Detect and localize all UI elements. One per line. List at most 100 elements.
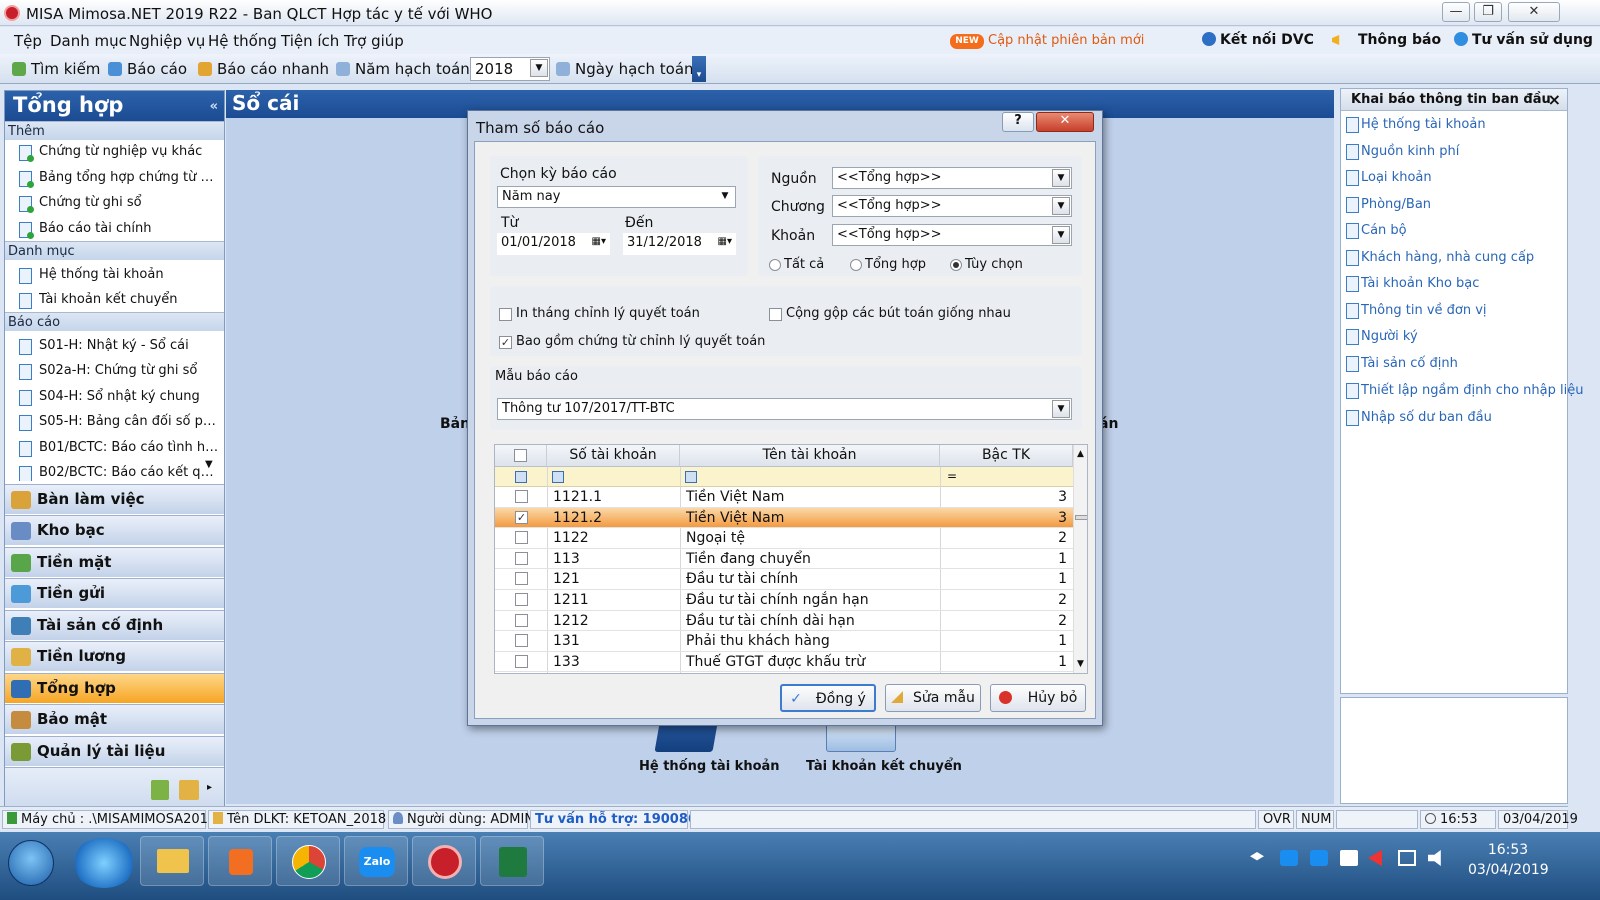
table-row[interactable]: 131 Phải thu khách hàng 1 (495, 631, 1073, 652)
restore-button[interactable]: ❐ (1474, 2, 1502, 22)
connect-dvc-link[interactable]: Kết nối DVC (1220, 32, 1314, 48)
excel-app[interactable] (480, 836, 544, 886)
scroll-thumb[interactable] (1075, 515, 1087, 520)
row-checkbox[interactable] (515, 490, 528, 503)
report-link-b01[interactable]: B01/BCTC: Báo cáo tình hìn... (5, 436, 219, 462)
menu-file[interactable]: Tệp (14, 32, 42, 50)
opt-include-checkbox[interactable]: ✓ (499, 336, 512, 349)
table-row[interactable]: 1122 Ngoại tệ 2 (495, 528, 1073, 549)
quick-link-voucher-summary[interactable]: Bảng tổng hợp chứng từ cùng... (5, 166, 219, 192)
module-security[interactable]: Bảo mật (5, 704, 224, 734)
check-doc-icon[interactable] (151, 780, 169, 800)
chevron-down-icon[interactable]: ▼ (1052, 226, 1070, 244)
close-icon[interactable]: × (1548, 90, 1561, 109)
row-checkbox[interactable]: ✓ (515, 510, 528, 524)
close-dialog-button[interactable]: ✕ (1036, 112, 1094, 132)
chevron-down-icon[interactable]: ▼ (1052, 197, 1070, 215)
module-treasury[interactable]: Kho bạc (5, 515, 224, 545)
to-date-input[interactable]: 31/12/2018 ▦▾ (623, 233, 736, 255)
module-deposit[interactable]: Tiền gửi (5, 578, 224, 608)
start-button[interactable] (8, 840, 54, 886)
volume-icon[interactable] (1428, 850, 1441, 866)
ok-button[interactable]: ✓ Đồng ý (780, 684, 876, 712)
minimize-button[interactable]: — (1442, 2, 1470, 22)
setup-link-accounts[interactable]: Hệ thống tài khoản (1341, 113, 1567, 139)
chevron-down-icon[interactable]: ▼ (716, 188, 734, 206)
table-row[interactable]: 133 Thuế GTGT được khấu trừ 1 (495, 652, 1073, 673)
setup-link-opening-balance[interactable]: Nhập số dư ban đầu (1341, 406, 1567, 432)
quick-link-transfer-accounts[interactable]: Tài khoản kết chuyển (5, 288, 219, 314)
grid-header-name[interactable]: Tên tài khoản (680, 445, 940, 467)
internet-explorer-icon[interactable] (72, 838, 136, 888)
row-checkbox[interactable] (515, 654, 528, 668)
close-window-button[interactable]: ✕ (1508, 2, 1560, 22)
scroll-down-icon[interactable]: ▼ (1077, 659, 1084, 669)
calendar-dropdown-icon[interactable]: ▦▾ (592, 236, 606, 247)
file-explorer-icon[interactable] (140, 836, 204, 886)
cancel-button[interactable]: Hủy bỏ (990, 684, 1086, 712)
table-row[interactable]: 113 Tiền đang chuyển 1 (495, 549, 1073, 570)
quick-link-chart-of-accounts[interactable]: Hệ thống tài khoản (5, 263, 219, 289)
taskbar-clock[interactable]: 16:53 03/04/2019 (1468, 842, 1549, 878)
zalo-tray-icon[interactable] (1310, 850, 1328, 866)
select-all-checkbox[interactable] (514, 449, 527, 462)
row-checkbox[interactable] (515, 593, 528, 606)
setup-link-funding[interactable]: Nguồn kinh phí (1341, 140, 1567, 166)
grid-header-level[interactable]: Bậc TK (940, 445, 1073, 467)
flag-tray-icon[interactable] (1368, 850, 1382, 866)
row-checkbox[interactable] (515, 613, 528, 627)
module-desk[interactable]: Bàn làm việc (5, 484, 224, 514)
report-link-b02[interactable]: B02/BCTC: Báo cáo kết quả... (5, 461, 219, 481)
row-checkbox[interactable] (515, 551, 528, 565)
report-link-s01[interactable]: S01-H: Nhật ký - Sổ cái (5, 334, 219, 360)
row-checkbox[interactable] (515, 531, 528, 545)
network-icon[interactable] (1398, 850, 1416, 866)
menu-utilities[interactable]: Tiện ích (281, 32, 339, 50)
setup-link-staff[interactable]: Cán bộ (1341, 219, 1567, 245)
report-link-s02a[interactable]: S02a-H: Chứng từ ghi sổ (5, 359, 219, 385)
help-button[interactable]: ? (1002, 112, 1034, 132)
table-row[interactable]: ✓ 1121.2 Tiền Việt Nam 3 (495, 507, 1073, 529)
chrome-icon[interactable] (276, 836, 340, 886)
item-select[interactable]: <<Tổng hợp>> ▼ (832, 224, 1072, 246)
setup-link-fixed-assets[interactable]: Tài sản cố định (1341, 352, 1567, 378)
setup-link-department[interactable]: Phòng/Ban (1341, 193, 1567, 219)
table-row[interactable]: 121 Đầu tư tài chính 1 (495, 569, 1073, 590)
filter-equals[interactable]: = (947, 469, 957, 483)
misa-app[interactable] (412, 836, 476, 886)
scroll-up-icon[interactable]: ▲ (1077, 449, 1084, 459)
chevron-down-icon[interactable]: ▼ (1052, 400, 1070, 418)
grid-header-code[interactable]: Số tài khoản (547, 445, 680, 467)
filter-icon[interactable] (685, 471, 697, 483)
table-row[interactable]: 1121.1 Tiền Việt Nam 3 (495, 487, 1073, 508)
zalo-tray-icon[interactable] (1280, 850, 1298, 866)
quick-link-other-voucher[interactable]: Chứng từ nghiệp vụ khác (5, 140, 219, 166)
row-checkbox[interactable] (515, 572, 528, 586)
radio-summary-dot[interactable] (850, 259, 862, 271)
dropbox-icon[interactable] (1250, 852, 1264, 861)
module-salary[interactable]: Tiền lương (5, 641, 224, 671)
opt-merge-checkbox[interactable] (769, 308, 782, 321)
grid-scrollbar[interactable]: ▲ ▼ (1073, 445, 1087, 673)
period-select[interactable]: Năm nay ▼ (497, 186, 736, 208)
filter-icon[interactable] (515, 471, 527, 483)
setup-link-treasury-account[interactable]: Tài khoản Kho bạc (1341, 272, 1567, 298)
posting-date-tool[interactable]: Ngày hạch toán (556, 60, 694, 78)
row-checkbox[interactable] (515, 634, 528, 648)
support-link[interactable]: Tư vấn sử dụng (1472, 32, 1593, 48)
setup-link-defaults[interactable]: Thiết lập ngầm định cho nhập liệu (1341, 379, 1583, 405)
menu-system[interactable]: Hệ thống (208, 32, 277, 50)
scroll-down-icon[interactable]: ▼ (205, 459, 213, 470)
calendar-dropdown-icon[interactable]: ▦▾ (718, 236, 732, 247)
from-date-input[interactable]: 01/01/2018 ▦▾ (497, 233, 610, 255)
menu-operations[interactable]: Nghiệp vụ (129, 32, 205, 50)
more-icon[interactable]: ▸ (207, 782, 212, 793)
module-documents[interactable]: Quản lý tài liệu (5, 736, 224, 766)
update-link[interactable]: Cập nhật phiên bản mới (988, 33, 1144, 48)
quick-report-tool[interactable]: Báo cáo nhanh (198, 60, 329, 78)
module-cash[interactable]: Tiền mặt (5, 547, 224, 577)
table-row[interactable]: 1212 Đầu tư tài chính dài hạn 2 (495, 611, 1073, 632)
quick-link-ledger-voucher[interactable]: Chứng từ ghi sổ (5, 191, 219, 217)
chevron-down-icon[interactable]: ▼ (530, 59, 548, 77)
zalo-app[interactable]: Zalo (344, 836, 408, 886)
